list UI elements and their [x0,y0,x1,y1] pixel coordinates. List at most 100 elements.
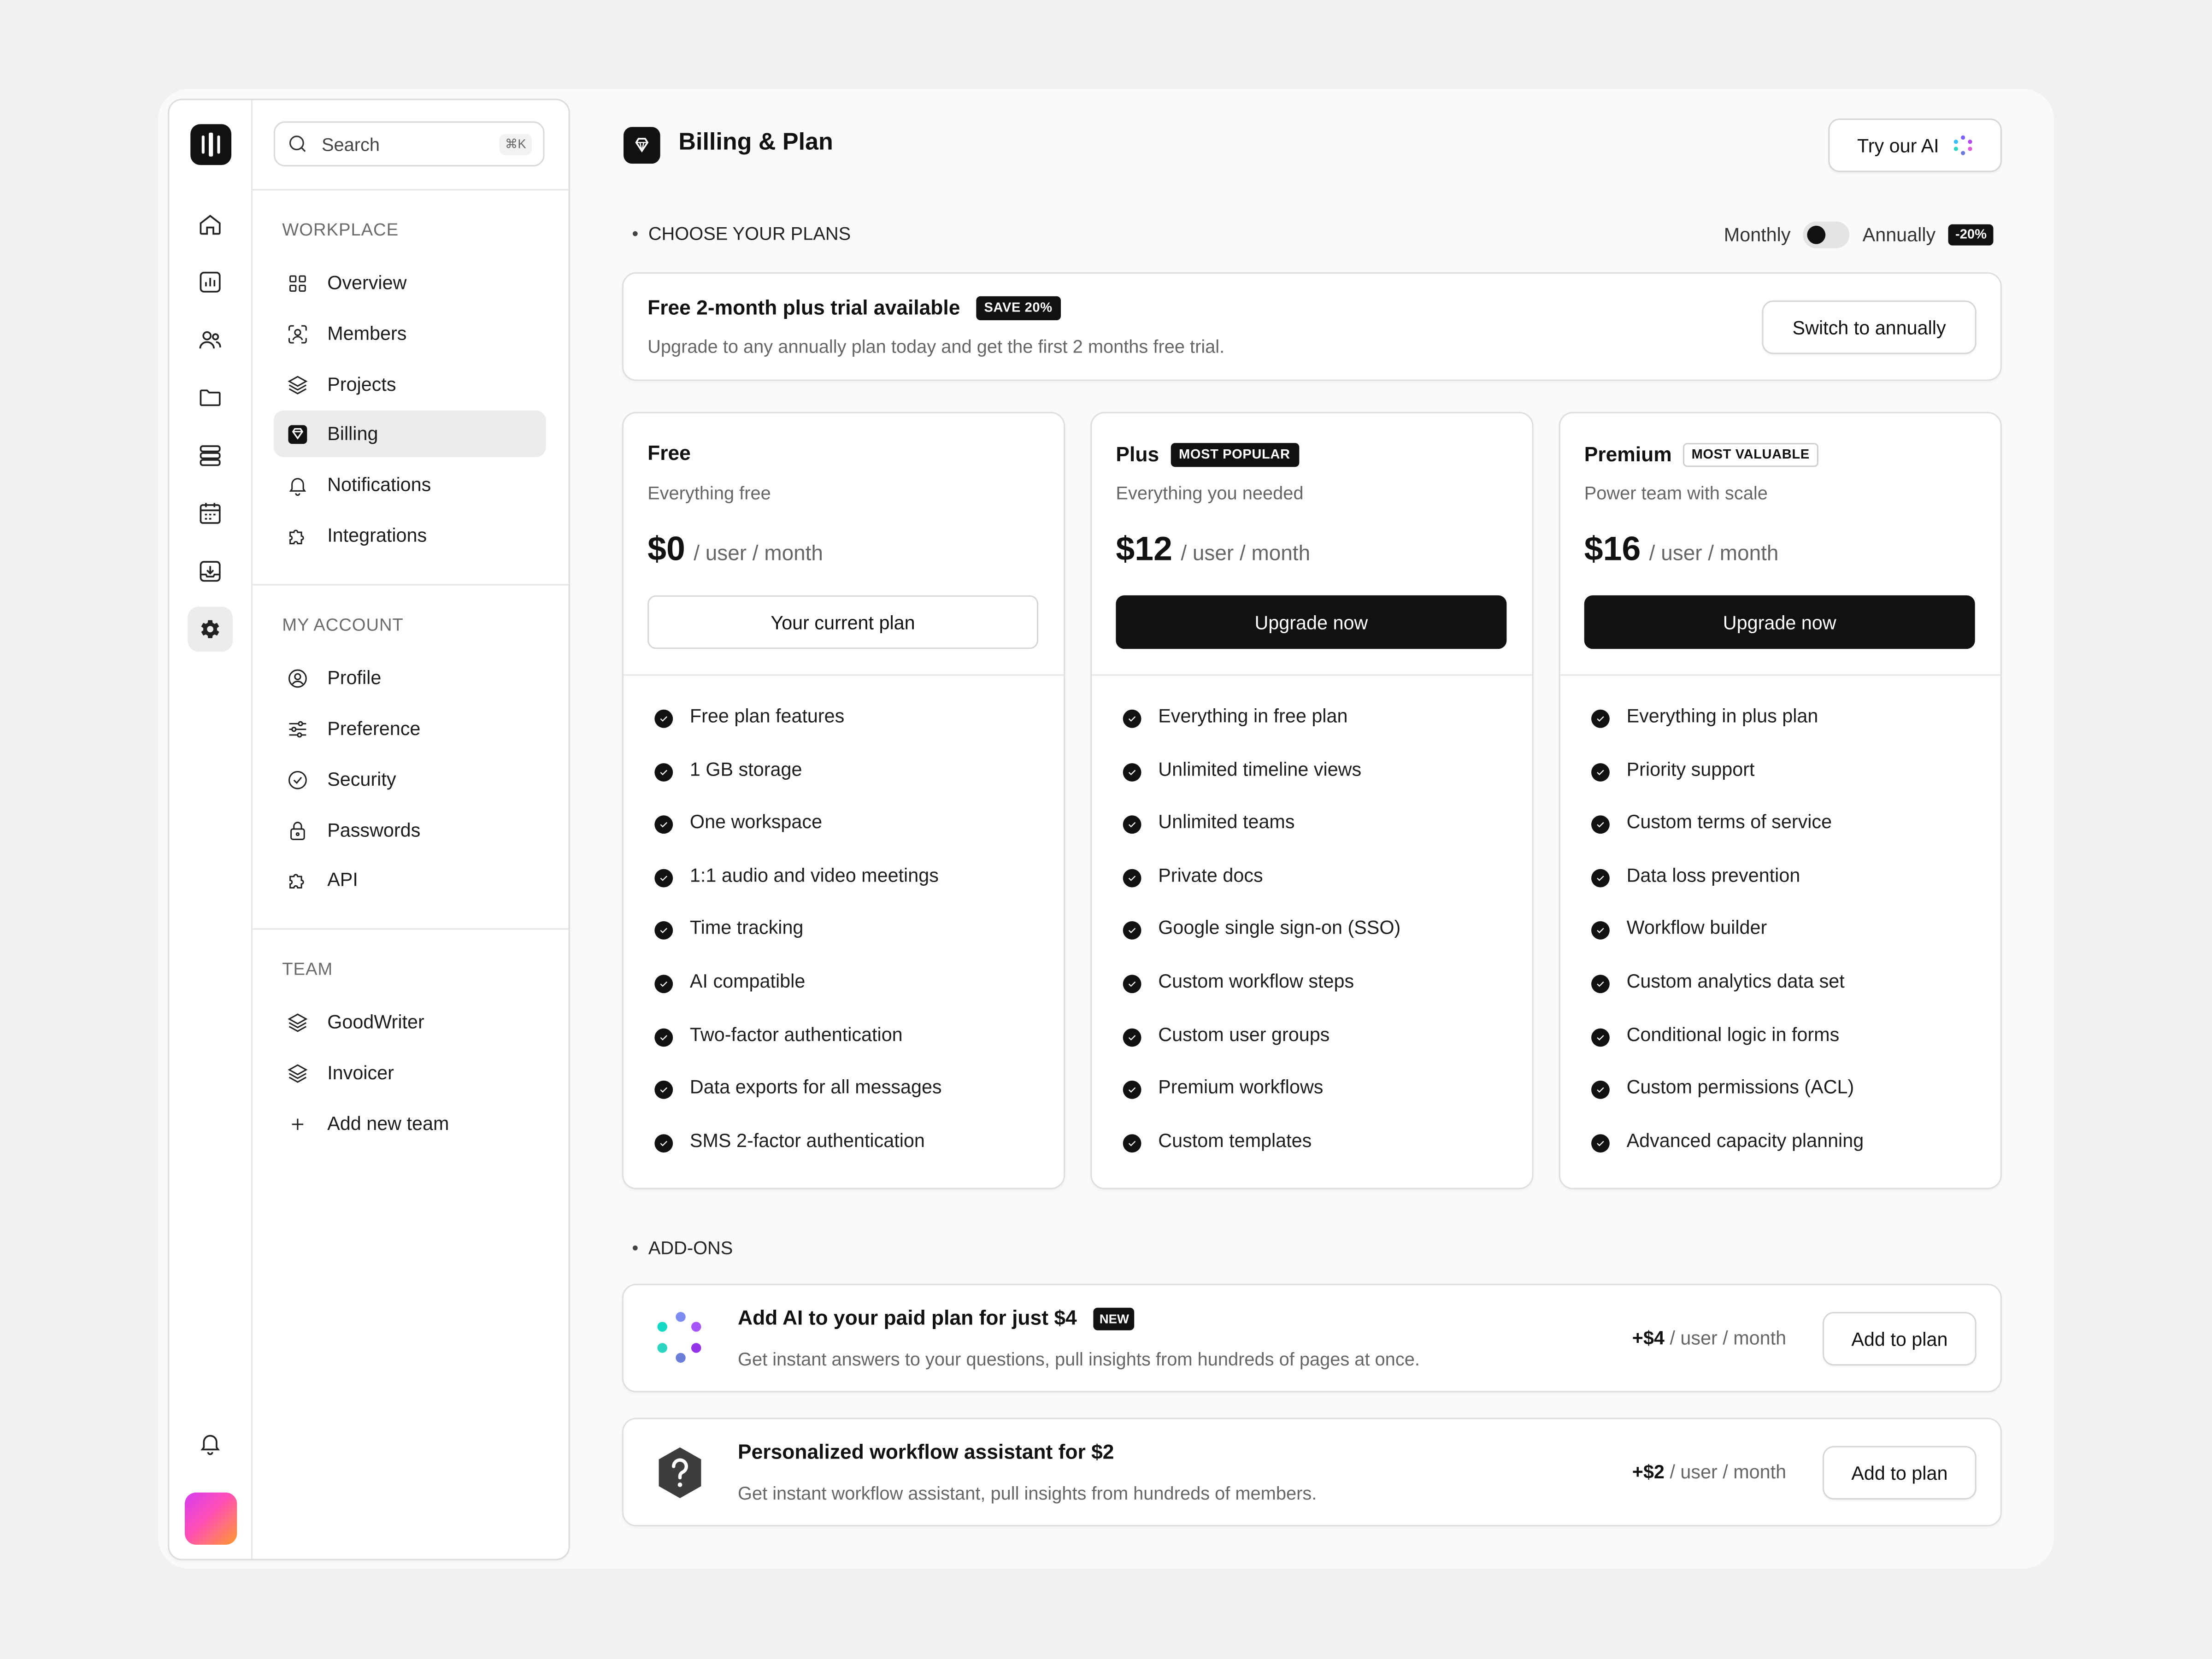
sidebar-item-api[interactable]: API [274,856,546,903]
search-placeholder: Search [321,133,380,155]
feature-label: Time tracking [689,917,804,939]
plan-description: Everything you needed [1116,482,1304,504]
divider [1560,674,2000,676]
sidebar-item-profile[interactable]: Profile [274,654,546,701]
folder-icon[interactable] [188,375,233,420]
trial-banner: Free 2-month plus trial available SAVE 2… [622,272,2002,381]
feature-label: Premium workflows [1158,1077,1324,1098]
trial-title-row: Free 2-month plus trial available SAVE 2… [647,296,1061,320]
trial-subtitle: Upgrade to any annually plan today and g… [647,335,1225,357]
check-icon [654,869,673,887]
sidebar-item-integrations[interactable]: Integrations [274,512,546,559]
check-icon [1591,922,1610,940]
addon-title-row: Personalized workflow assistant for $2 [738,1442,1114,1465]
add-new-team-button[interactable]: Add new team [274,1100,546,1147]
sidebar-item-passwords[interactable]: Passwords [274,807,546,853]
check-icon [1123,1028,1141,1047]
current-plan-button[interactable]: Your current plan [647,595,1039,649]
check-icon [1591,1081,1610,1100]
feature-item: Workflow builder [1591,918,1864,971]
users-icon[interactable] [188,318,233,363]
plans-section-label: CHOOSE YOUR PLANS [632,223,851,244]
feature-item: Priority support [1591,759,1864,812]
settings-gear-icon[interactable] [188,606,233,652]
feature-item: Custom templates [1123,1130,1401,1182]
sidebar-item-overview[interactable]: Overview [274,259,546,306]
feature-label: Unlimited teams [1158,811,1295,833]
feature-label: Advanced capacity planning [1626,1130,1864,1151]
feature-item: Conditional logic in forms [1591,1024,1864,1077]
addons-section-label: ADD-ONS [632,1237,733,1259]
profile-icon [288,669,307,687]
bell-icon[interactable] [188,1421,233,1466]
most-popular-badge: MOST POPULAR [1170,443,1299,467]
sidebar-item-projects[interactable]: Projects [274,361,546,408]
switch-to-annually-button[interactable]: Switch to annually [1762,300,1977,354]
calendar-icon[interactable] [188,491,233,536]
feature-label: Conditional logic in forms [1626,1024,1840,1045]
feature-list: Everything in free plan Unlimited timelin… [1123,706,1401,1183]
ai-sparkle-icon [1953,135,1973,155]
sidebar-item-security[interactable]: Security [274,756,546,803]
plan-price-amount: $12 [1116,530,1173,569]
sidebar-item-label: Passwords [327,819,421,841]
upgrade-premium-button[interactable]: Upgrade now [1584,595,1975,649]
plan-name-row: Free [647,443,691,465]
analytics-icon[interactable] [188,259,233,305]
plan-price-unit: / user / month [1649,541,1779,566]
ai-sparkle-icon [653,1311,706,1367]
check-icon [1123,762,1141,781]
sidebar-item-label: Invoicer [327,1062,394,1084]
feature-label: Custom terms of service [1626,811,1832,833]
sidebar-item-label: Billing [327,423,378,445]
sidebar-item-preference[interactable]: Preference [274,706,546,752]
feature-item: Advanced capacity planning [1591,1130,1864,1182]
feature-label: 1 GB storage [689,758,802,780]
plan-price: $0 / user / month [647,530,823,570]
plan-name-row: Plus MOST POPULAR [1116,443,1299,467]
addon-subtitle: Get instant workflow assistant, pull ins… [738,1483,1317,1504]
check-icon [654,1028,673,1047]
plan-name: Premium [1584,443,1672,466]
inbox-download-icon[interactable] [188,549,233,594]
feature-item: 1:1 audio and video meetings [654,865,941,918]
sidebar-item-goodwriter[interactable]: GoodWriter [274,999,546,1045]
annually-label: Annually [1862,224,1936,246]
layers-icon [288,375,308,394]
user-avatar[interactable] [185,1492,237,1545]
sidebar-item-members[interactable]: Members [274,310,546,357]
app-logo-icon[interactable] [190,124,232,165]
billing-toggle-switch[interactable] [1803,221,1850,248]
search-input[interactable]: Search ⌘K [273,121,545,167]
layers-icon [288,1012,308,1031]
search-icon [289,135,306,152]
divider [1092,674,1532,676]
try-ai-button[interactable]: Try our AI [1828,118,2002,172]
feature-label: Custom user groups [1158,1024,1330,1045]
home-icon[interactable] [188,202,233,247]
feature-label: Unlimited timeline views [1158,758,1362,780]
try-ai-label: Try our AI [1857,135,1939,156]
sidebar-item-billing[interactable]: Billing [273,410,546,457]
sidebar-item-notifications[interactable]: Notifications [274,461,546,508]
bell-icon [289,477,306,495]
feature-label: Data loss prevention [1626,864,1800,886]
check-circle-icon [288,770,307,789]
plan-price-amount: $16 [1584,530,1641,569]
check-icon [1591,815,1610,834]
plan-price: $16 / user / month [1584,530,1779,570]
sidebar-item-label: Integrations [327,524,427,546]
section-title-account: MY ACCOUNT [282,615,404,635]
feature-label: AI compatible [689,971,806,992]
sidebar-item-invoicer[interactable]: Invoicer [274,1050,546,1096]
sidebar-nav: Search ⌘K WORKPLACE Overview Members Pro… [252,100,569,1559]
feature-item: Custom workflow steps [1123,971,1401,1024]
check-icon [1591,1028,1610,1047]
upgrade-plus-button[interactable]: Upgrade now [1116,595,1507,649]
add-ai-to-plan-button[interactable]: Add to plan [1823,1312,1977,1366]
database-icon[interactable] [188,433,233,478]
monthly-label: Monthly [1724,224,1791,246]
feature-item: Custom user groups [1123,1024,1401,1077]
feature-label: Data exports for all messages [689,1077,942,1098]
add-workflow-to-plan-button[interactable]: Add to plan [1823,1446,1977,1500]
